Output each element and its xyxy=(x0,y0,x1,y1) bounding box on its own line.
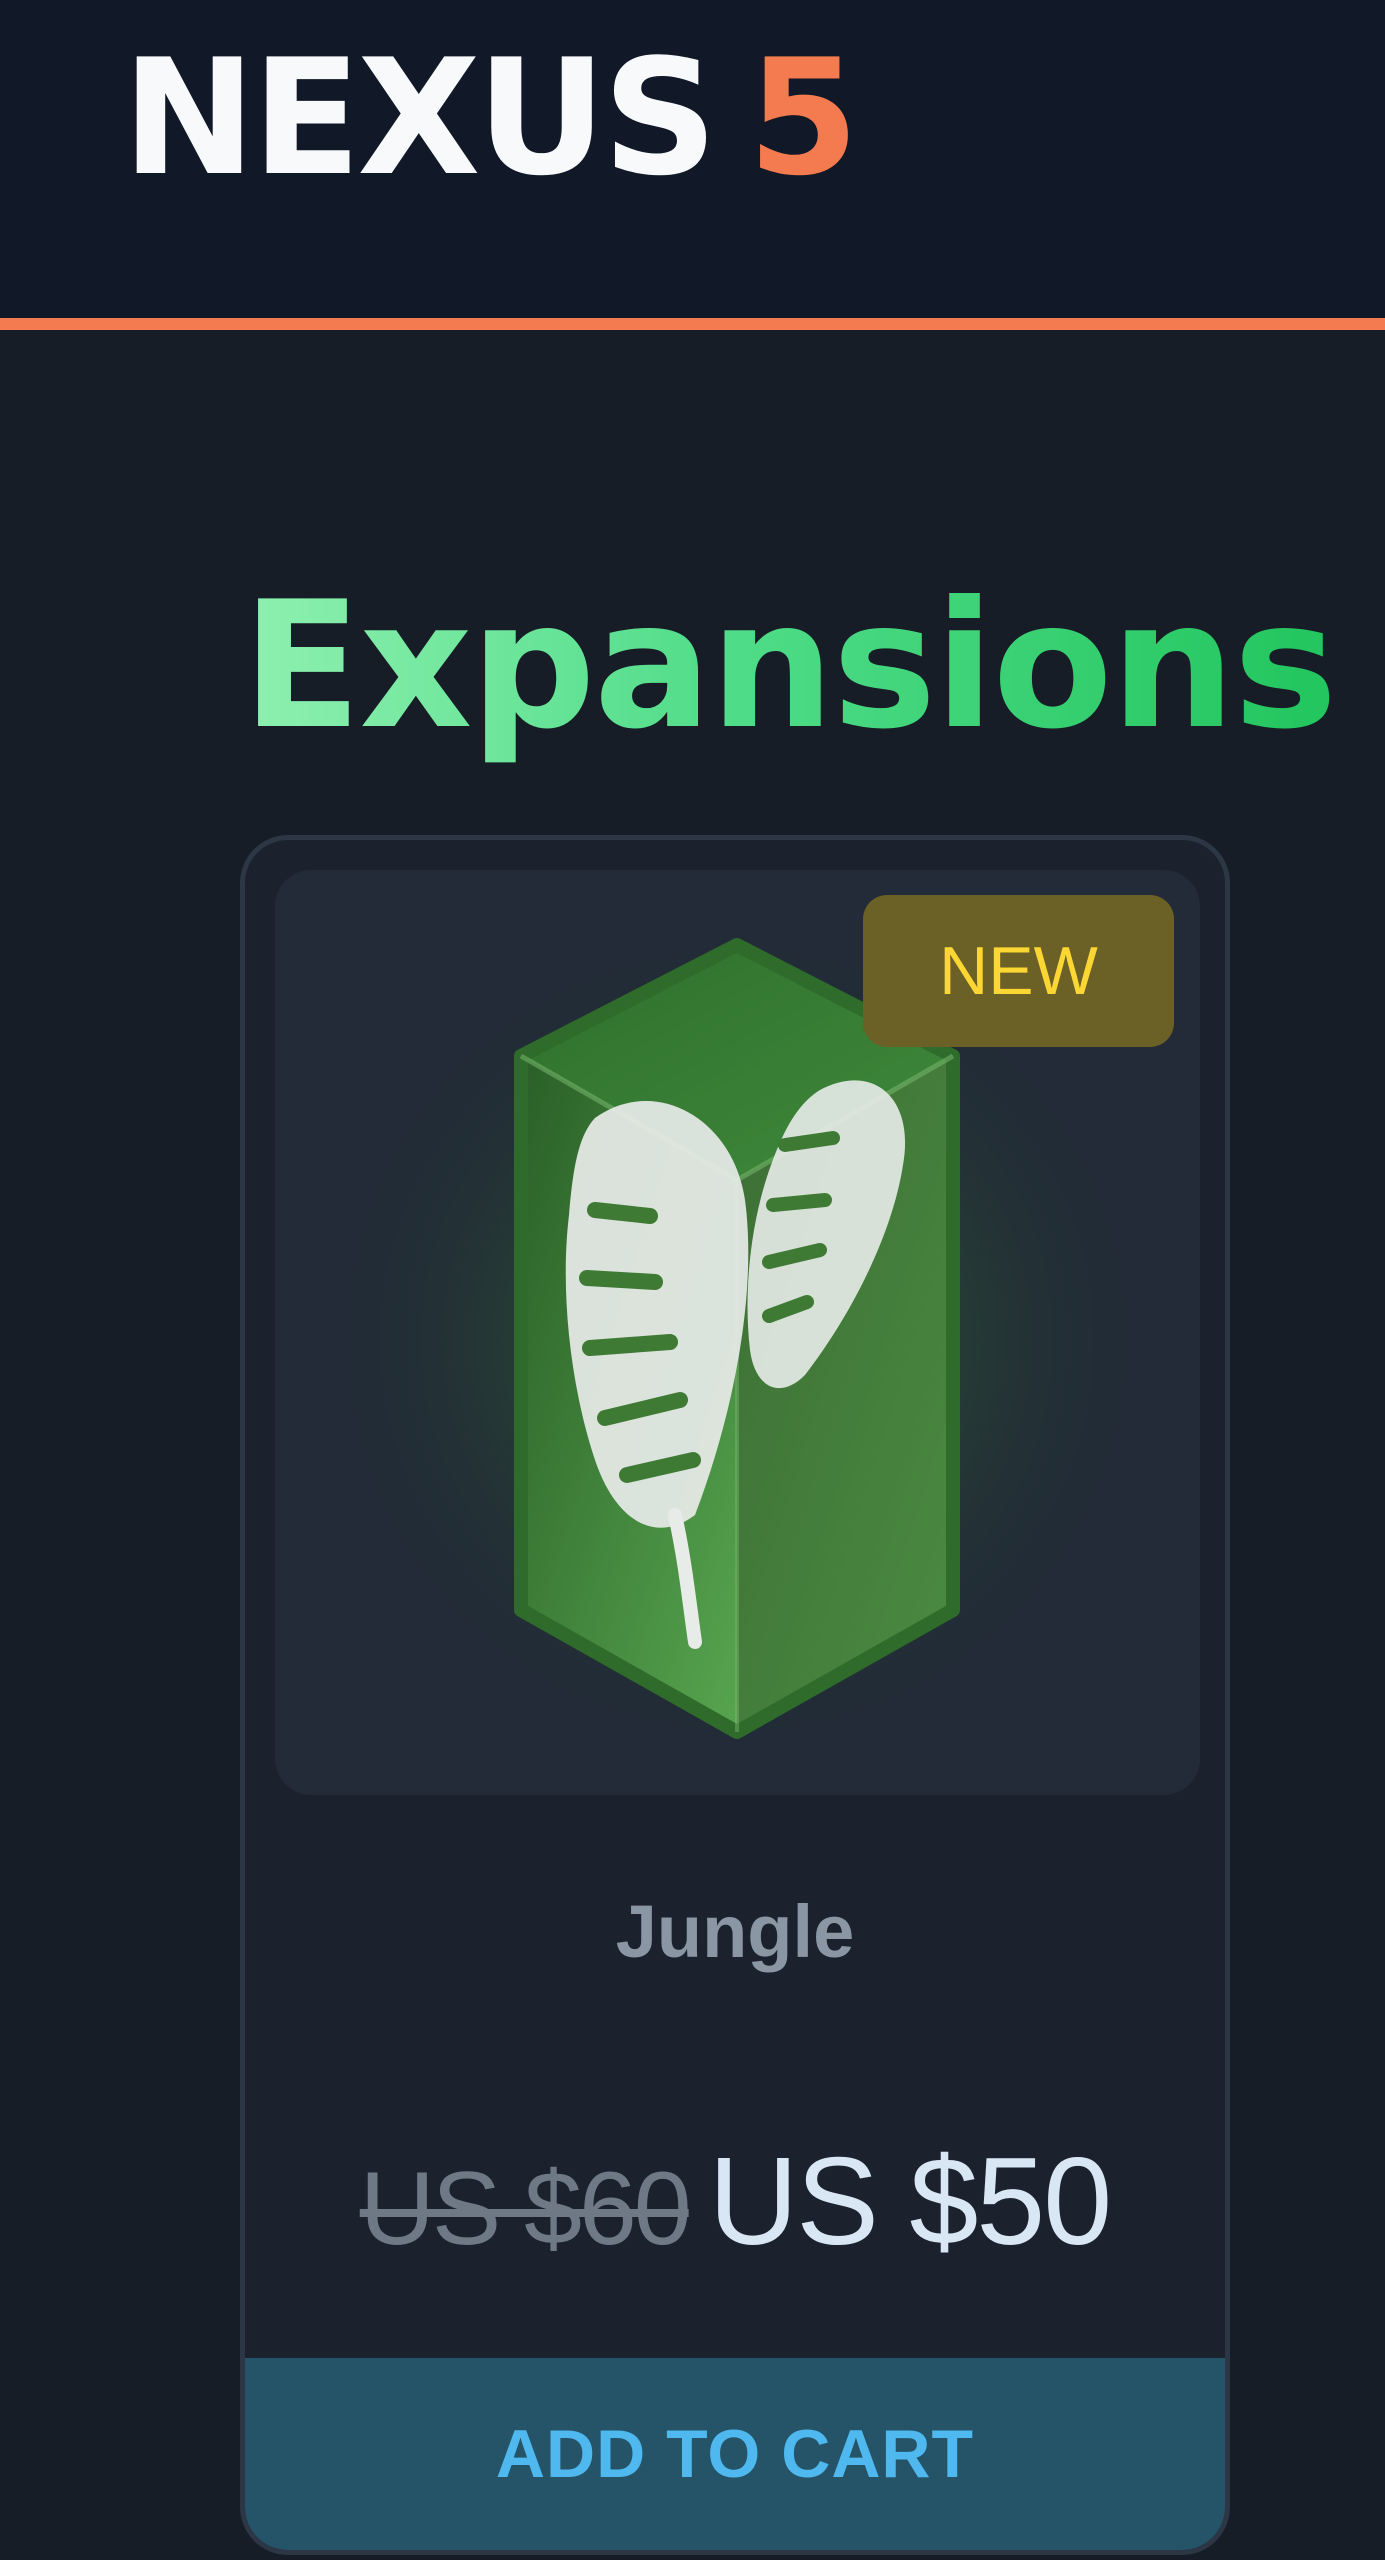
product-card[interactable]: Jungle US $60 US $50 ADD TO CART xyxy=(240,835,1230,2555)
sale-price: US $50 xyxy=(708,2133,1113,2271)
product-name[interactable]: Jungle xyxy=(245,1882,1225,1982)
brand-logo-word: NEXUS xyxy=(122,24,718,211)
brand-logo-number: 5 xyxy=(747,24,859,211)
header-accent-divider xyxy=(0,318,1385,330)
page-title: Expansions xyxy=(242,557,1337,777)
site-header: NEXUS 5 xyxy=(0,0,1385,318)
new-badge: NEW xyxy=(863,895,1174,1047)
add-to-cart-button[interactable]: ADD TO CART xyxy=(245,2358,1225,2550)
brand-logo[interactable]: NEXUS 5 xyxy=(122,28,859,208)
price-row: US $60 US $50 xyxy=(245,2140,1225,2269)
original-price: US $60 xyxy=(359,2151,692,2267)
